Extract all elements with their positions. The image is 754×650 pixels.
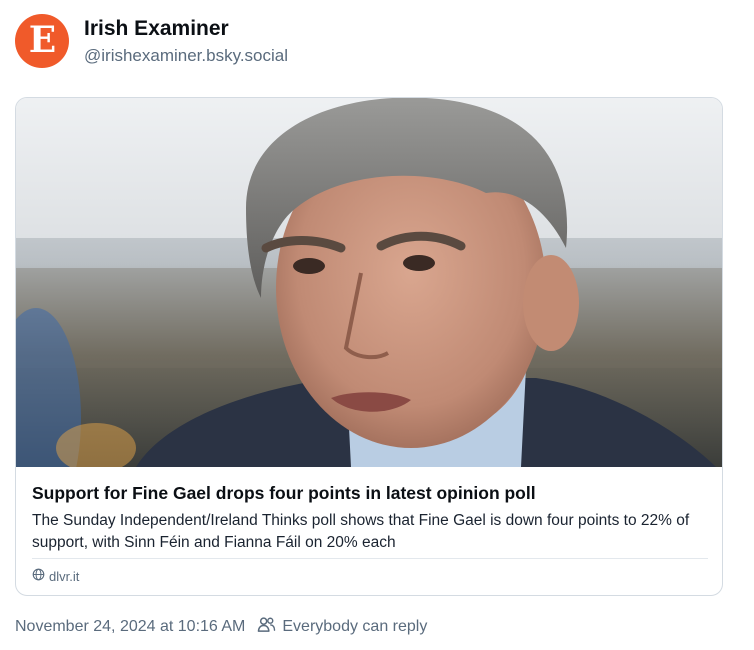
- reply-setting-label: Everybody can reply: [282, 618, 428, 635]
- post-header: E Irish Examiner @irishexaminer.bsky.soc…: [15, 14, 735, 68]
- avatar[interactable]: E: [15, 14, 69, 68]
- link-card-domain: dlvr.it: [32, 568, 79, 584]
- globe-icon: [32, 568, 45, 584]
- thumbnail-photo: [16, 98, 722, 467]
- link-card-text: Support for Fine Gael drops four points …: [32, 482, 708, 554]
- avatar-logo-letter: E: [28, 19, 56, 61]
- post-timestamp[interactable]: November 24, 2024 at 10:16 AM: [15, 618, 245, 636]
- reply-setting: Everybody can reply: [257, 616, 427, 638]
- author-handle[interactable]: @irishexaminer.bsky.social: [84, 44, 288, 68]
- people-icon: [257, 616, 276, 638]
- link-card-thumbnail: [16, 98, 722, 467]
- author-names: Irish Examiner @irishexaminer.bsky.socia…: [84, 16, 288, 68]
- author-display-name[interactable]: Irish Examiner: [84, 16, 288, 42]
- link-card[interactable]: Support for Fine Gael drops four points …: [15, 97, 723, 596]
- link-card-description: The Sunday Independent/Ireland Thinks po…: [32, 512, 690, 551]
- link-card-divider: [32, 558, 708, 559]
- link-card-domain-label: dlvr.it: [49, 568, 80, 584]
- post-footer: November 24, 2024 at 10:16 AM Everybody …: [15, 616, 427, 638]
- link-card-title[interactable]: Support for Fine Gael drops four points …: [32, 482, 708, 504]
